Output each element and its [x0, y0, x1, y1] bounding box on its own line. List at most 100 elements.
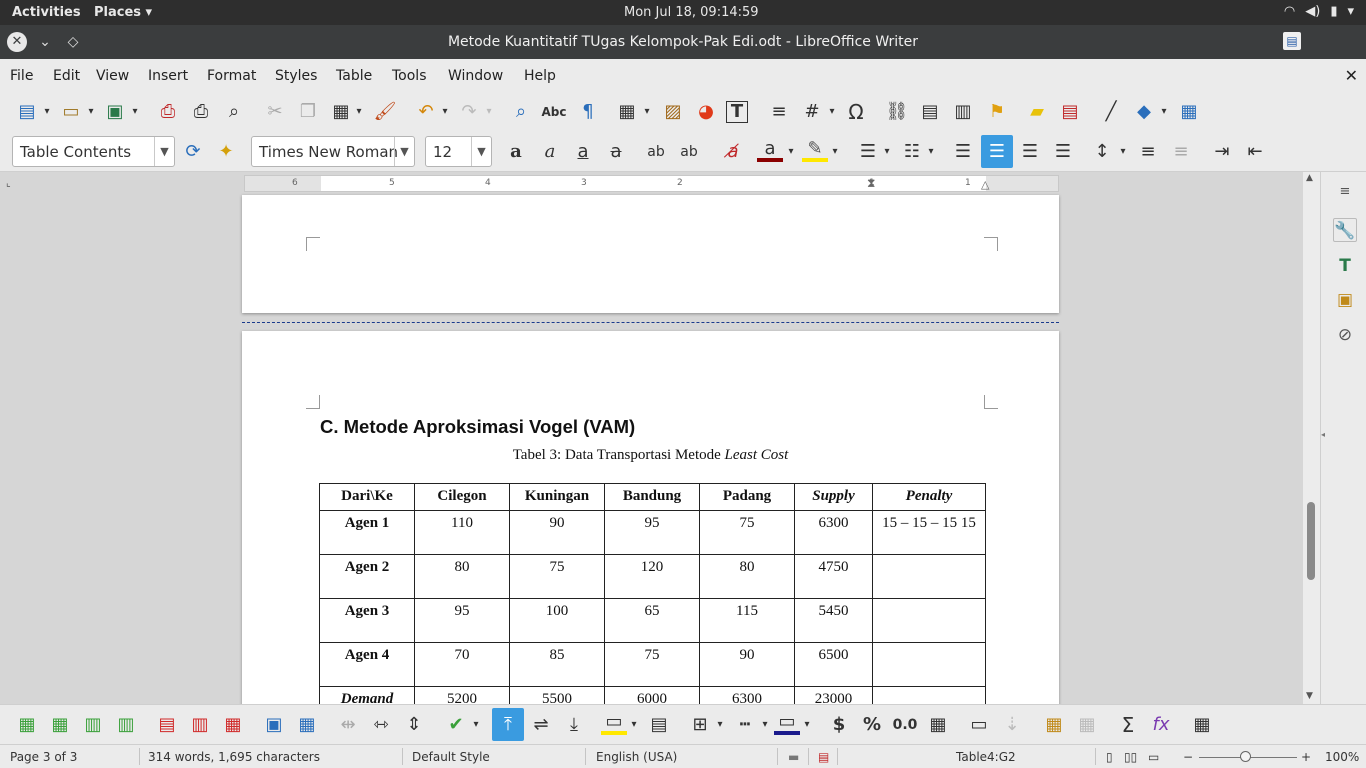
special-character-icon[interactable]: Ω: [843, 99, 869, 125]
align-right-icon[interactable]: ☰: [1017, 139, 1043, 165]
system-tray[interactable]: ◠ ◀) ▮ ▾: [1284, 4, 1354, 19]
line-spacing-icon[interactable]: ↕: [1089, 139, 1115, 165]
table-cell[interactable]: 115: [699, 598, 795, 643]
font-color-icon[interactable]: a: [757, 136, 783, 162]
menu-edit[interactable]: Edit: [53, 68, 80, 84]
insert-chart-icon[interactable]: ◕: [693, 99, 719, 125]
draw-functions-icon[interactable]: ▦: [1176, 99, 1202, 125]
center-vertically-icon[interactable]: ⇌: [528, 712, 554, 738]
chevron-down-icon[interactable]: ▾: [1116, 139, 1130, 165]
table-cell[interactable]: 5200: [414, 686, 510, 704]
table-cell[interactable]: 80: [699, 554, 795, 599]
menu-format[interactable]: Format: [207, 68, 256, 84]
sidebar-collapse-handle[interactable]: ◂: [1321, 430, 1325, 444]
track-changes-icon[interactable]: ▤: [1057, 99, 1083, 125]
unordered-list-icon[interactable]: ☰: [855, 139, 881, 165]
table-cell[interactable]: 5500: [509, 686, 605, 704]
decimal-format-icon[interactable]: 0.0: [892, 712, 918, 738]
menu-file[interactable]: File: [10, 68, 33, 84]
chevron-down-icon[interactable]: ▾: [800, 712, 814, 738]
insert-caption-icon[interactable]: ▭: [966, 712, 992, 738]
percent-format-icon[interactable]: %: [859, 712, 885, 738]
chevron-down-icon[interactable]: ▾: [352, 99, 366, 125]
table-cell[interactable]: Agen 4: [319, 642, 415, 687]
styles-icon[interactable]: T: [1333, 254, 1357, 278]
ordered-list-icon[interactable]: ☷: [899, 139, 925, 165]
print-preview-icon[interactable]: ⌕: [221, 99, 247, 125]
paragraph-style-box[interactable]: Table Contents ▼: [12, 136, 175, 167]
insert-field-icon[interactable]: #: [799, 99, 825, 125]
chevron-down-icon[interactable]: ▼: [471, 137, 491, 166]
superscript-icon[interactable]: ab: [643, 139, 669, 165]
table-cell[interactable]: 6300: [699, 686, 795, 704]
delete-columns-icon[interactable]: ▥: [187, 712, 213, 738]
clock[interactable]: Mon Jul 18, 09:14:59: [624, 5, 759, 20]
chevron-down-icon[interactable]: ▾: [828, 139, 842, 165]
table-cell[interactable]: Demand: [319, 686, 415, 704]
insert-image-icon[interactable]: ▨: [660, 99, 686, 125]
table-cell[interactable]: 85: [509, 642, 605, 687]
number-format-icon[interactable]: ▦: [925, 712, 951, 738]
properties-icon[interactable]: 🔧: [1333, 218, 1357, 242]
insert-bookmark-icon[interactable]: ⚑: [984, 99, 1010, 125]
table-cell[interactable]: 5450: [794, 598, 873, 643]
border-style-icon[interactable]: ┅: [732, 712, 758, 738]
split-cells-icon[interactable]: ⇿: [368, 712, 394, 738]
chevron-down-icon[interactable]: ▾: [640, 99, 654, 125]
cut-icon[interactable]: ✂: [262, 99, 288, 125]
find-replace-icon[interactable]: ⌕: [508, 99, 534, 125]
page-style[interactable]: Default Style: [412, 750, 490, 764]
chevron-down-icon[interactable]: ▾: [627, 712, 641, 738]
protect-cells-icon[interactable]: ✔: [443, 712, 469, 738]
insert-endnote-icon[interactable]: ▥: [950, 99, 976, 125]
table-cell[interactable]: 80: [414, 554, 510, 599]
table-header-cell[interactable]: Penalty: [872, 483, 986, 511]
clone-formatting-icon[interactable]: 🖌: [372, 99, 398, 125]
document-modified-icon[interactable]: ▤: [818, 750, 829, 764]
increase-paragraph-spacing-icon[interactable]: ≡: [1135, 139, 1161, 165]
optimize-size-icon[interactable]: ⇕: [401, 712, 427, 738]
gallery-icon[interactable]: ▣: [1333, 288, 1357, 312]
close-document-icon[interactable]: ✕: [1345, 66, 1358, 85]
table-cell[interactable]: 95: [414, 598, 510, 643]
align-center-icon[interactable]: ☰: [981, 135, 1013, 168]
navigator-icon[interactable]: ⊘: [1333, 323, 1357, 347]
new-document-icon[interactable]: ▤: [14, 99, 40, 125]
insert-row-above-icon[interactable]: ▦: [14, 712, 40, 738]
table-cell-background-icon[interactable]: ▭: [601, 709, 627, 735]
table-cell[interactable]: 90: [509, 510, 605, 555]
menu-help[interactable]: Help: [524, 68, 556, 84]
places-menu[interactable]: Places ▾: [94, 5, 152, 20]
chevron-down-icon[interactable]: ▾: [784, 139, 798, 165]
formatting-marks-icon[interactable]: ¶: [575, 99, 601, 125]
insert-column-after-icon[interactable]: ▥: [113, 712, 139, 738]
chevron-down-icon[interactable]: ▾: [469, 712, 483, 738]
new-style-icon[interactable]: ✦: [213, 139, 239, 165]
table-cell[interactable]: 100: [509, 598, 605, 643]
table-cell[interactable]: 6500: [794, 642, 873, 687]
spelling-icon[interactable]: Abc: [541, 99, 567, 125]
table-cell[interactable]: 75: [699, 510, 795, 555]
table-cell[interactable]: 90: [699, 642, 795, 687]
merge-cells-icon[interactable]: ⇹: [335, 712, 361, 738]
bold-icon[interactable]: a: [503, 139, 529, 165]
menu-window[interactable]: Window: [448, 68, 503, 84]
table-cell[interactable]: 23000: [794, 686, 873, 704]
vertical-scrollbar[interactable]: ▲ ▼: [1303, 172, 1320, 704]
border-color-icon[interactable]: ▭: [774, 709, 800, 735]
chevron-down-icon[interactable]: ▾: [880, 139, 894, 165]
table-properties-icon[interactable]: ▦: [1041, 712, 1067, 738]
insert-table-icon[interactable]: ▦: [614, 99, 640, 125]
chevron-down-icon[interactable]: ▾: [713, 712, 727, 738]
table-cell[interactable]: 110: [414, 510, 510, 555]
transport-table[interactable]: Dari\Ke Cilegon Kuningan Bandung Padang …: [319, 483, 986, 704]
decrease-indent-icon[interactable]: ⇤: [1242, 139, 1268, 165]
table-cell[interactable]: [872, 686, 986, 704]
formula-icon[interactable]: fx: [1148, 712, 1174, 738]
insert-line-icon[interactable]: ╱: [1098, 99, 1124, 125]
table-header-cell[interactable]: Supply: [794, 483, 873, 511]
table-cell[interactable]: 4750: [794, 554, 873, 599]
table-cell[interactable]: 6300: [794, 510, 873, 555]
insert-footnote-icon[interactable]: ▤: [917, 99, 943, 125]
font-name-box[interactable]: Times New Roman ▼: [251, 136, 415, 167]
